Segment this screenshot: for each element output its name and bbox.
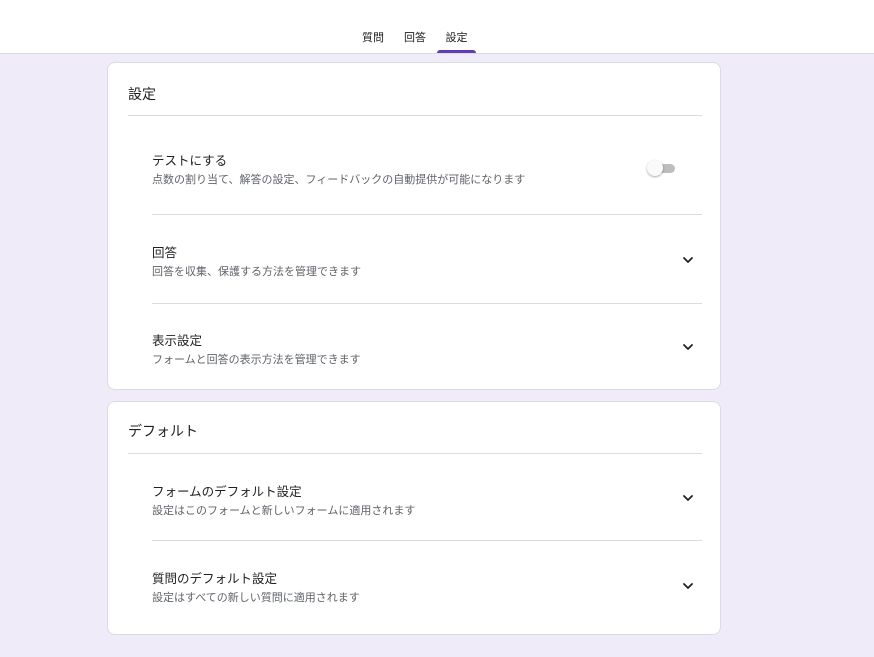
toggle-thumb: [647, 160, 663, 176]
chevron-down-icon[interactable]: [680, 339, 696, 355]
tab-label: 質問: [362, 31, 384, 44]
chevron-down-icon[interactable]: [680, 252, 696, 268]
top-tab-bar: 質問 回答 設定: [0, 0, 874, 54]
card-title: デフォルト: [128, 424, 198, 440]
row-divider: [152, 214, 702, 215]
chevron-down-icon[interactable]: [680, 578, 696, 594]
row-description: 設定はすべての新しい質問に適用されます: [152, 591, 360, 604]
row-title: 表示設定: [152, 333, 203, 348]
defaults-card: デフォルト フォームのデフォルト設定 設定はこのフォームと新しいフォームに適用さ…: [107, 401, 721, 635]
row-title: フォームのデフォルト設定: [152, 484, 302, 499]
row-title: テストにする: [152, 153, 228, 168]
row-description: 点数の割り当て、解答の設定、フィードバックの自動提供が可能になります: [152, 173, 526, 186]
card-title: 設定: [128, 87, 156, 103]
row-description: 設定はこのフォームと新しいフォームに適用されます: [152, 504, 416, 517]
quiz-toggle-switch[interactable]: [647, 160, 679, 176]
row-description: 回答を収集、保護する方法を管理できます: [152, 265, 361, 278]
settings-card: 設定 テストにする 点数の割り当て、解答の設定、フィードバックの自動提供が可能に…: [107, 62, 721, 390]
row-title: 回答: [152, 245, 178, 260]
tab-settings[interactable]: 設定: [437, 30, 476, 53]
row-divider: [152, 540, 702, 541]
row-divider: [152, 303, 702, 304]
tab-label: 設定: [445, 31, 468, 44]
settings-row-quiz[interactable]: テストにする 点数の割り当て、解答の設定、フィードバックの自動提供が可能になりま…: [152, 150, 702, 186]
tab-questions[interactable]: 質問: [360, 30, 386, 53]
tab-label: 回答: [404, 31, 426, 44]
settings-row-responses[interactable]: 回答 回答を収集、保護する方法を管理できます: [152, 242, 702, 278]
active-tab-indicator: [437, 50, 476, 53]
tab-responses[interactable]: 回答: [402, 30, 428, 53]
card-header-divider: [128, 115, 702, 116]
defaults-row-form[interactable]: フォームのデフォルト設定 設定はこのフォームと新しいフォームに適用されます: [152, 481, 702, 517]
row-description: フォームと回答の表示方法を管理できます: [152, 353, 361, 366]
settings-row-presentation[interactable]: 表示設定 フォームと回答の表示方法を管理できます: [152, 330, 702, 366]
chevron-down-icon[interactable]: [680, 490, 696, 506]
card-header-divider: [128, 453, 702, 454]
row-title: 質問のデフォルト設定: [152, 571, 278, 586]
defaults-row-question[interactable]: 質問のデフォルト設定 設定はすべての新しい質問に適用されます: [152, 568, 702, 604]
